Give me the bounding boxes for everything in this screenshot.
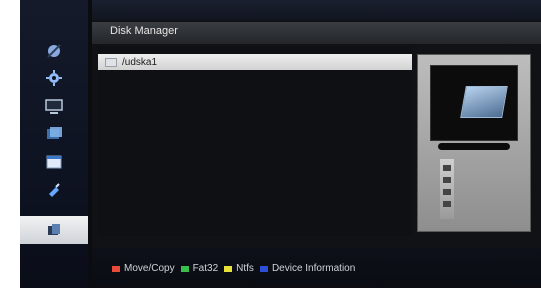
sidebar-item-window[interactable] — [20, 148, 88, 176]
folder-icon — [105, 57, 117, 67]
color-key-legend: Move/Copy Fat32 Ntfs Device Information — [106, 263, 355, 274]
gear-icon — [46, 70, 62, 86]
eject-icon[interactable] — [443, 177, 451, 183]
file-list: /udska1 — [98, 46, 412, 236]
preview-action-stack — [440, 159, 454, 219]
list-item[interactable]: /udska1 — [98, 54, 412, 70]
sidebar-item-settings[interactable] — [20, 64, 88, 92]
preview-indicator — [438, 143, 510, 150]
legend-move-copy[interactable]: Move/Copy — [124, 263, 175, 274]
tools-icon — [49, 183, 60, 197]
title-bar: Disk Manager — [92, 22, 541, 44]
hard-disk-icon — [460, 86, 508, 118]
footer: Move/Copy Fat32 Ntfs Device Information — [92, 248, 541, 288]
info-icon[interactable] — [443, 189, 451, 195]
blue-key-icon — [259, 265, 268, 272]
tv-screen: Disk Manager /udska1 Move/Copy Fat32 Ntf… — [20, 0, 541, 288]
legend-ntfs[interactable]: Ntfs — [236, 263, 254, 274]
sidebar-item-tools[interactable] — [20, 176, 88, 204]
media-icon — [47, 127, 62, 139]
sidebar-item-display[interactable] — [20, 92, 88, 120]
display-icon — [45, 99, 63, 114]
legend-fat32[interactable]: Fat32 — [193, 263, 219, 274]
sidebar-item-satellite[interactable] — [20, 38, 88, 66]
sidebar-item-disk-manager[interactable] — [20, 216, 88, 244]
legend-device-information[interactable]: Device Information — [272, 263, 355, 274]
list-item-label: /udska1 — [122, 56, 158, 68]
sidebar — [20, 0, 88, 288]
red-key-icon — [112, 265, 120, 272]
green-key-icon — [180, 265, 189, 272]
top-strip — [92, 0, 541, 20]
refresh-icon[interactable] — [443, 201, 451, 207]
sidebar-item-media[interactable] — [20, 120, 88, 148]
satellite-icon — [47, 44, 61, 58]
disk-preview-panel — [417, 54, 531, 232]
disk-manager-icon — [48, 224, 60, 235]
disk-thumbnail — [430, 65, 518, 141]
window-icon — [46, 155, 62, 169]
format-icon[interactable] — [443, 165, 451, 171]
page-title: Disk Manager — [110, 25, 178, 37]
main-panel: Disk Manager /udska1 Move/Copy Fat32 Ntf… — [92, 0, 541, 288]
yellow-key-icon — [224, 265, 233, 272]
